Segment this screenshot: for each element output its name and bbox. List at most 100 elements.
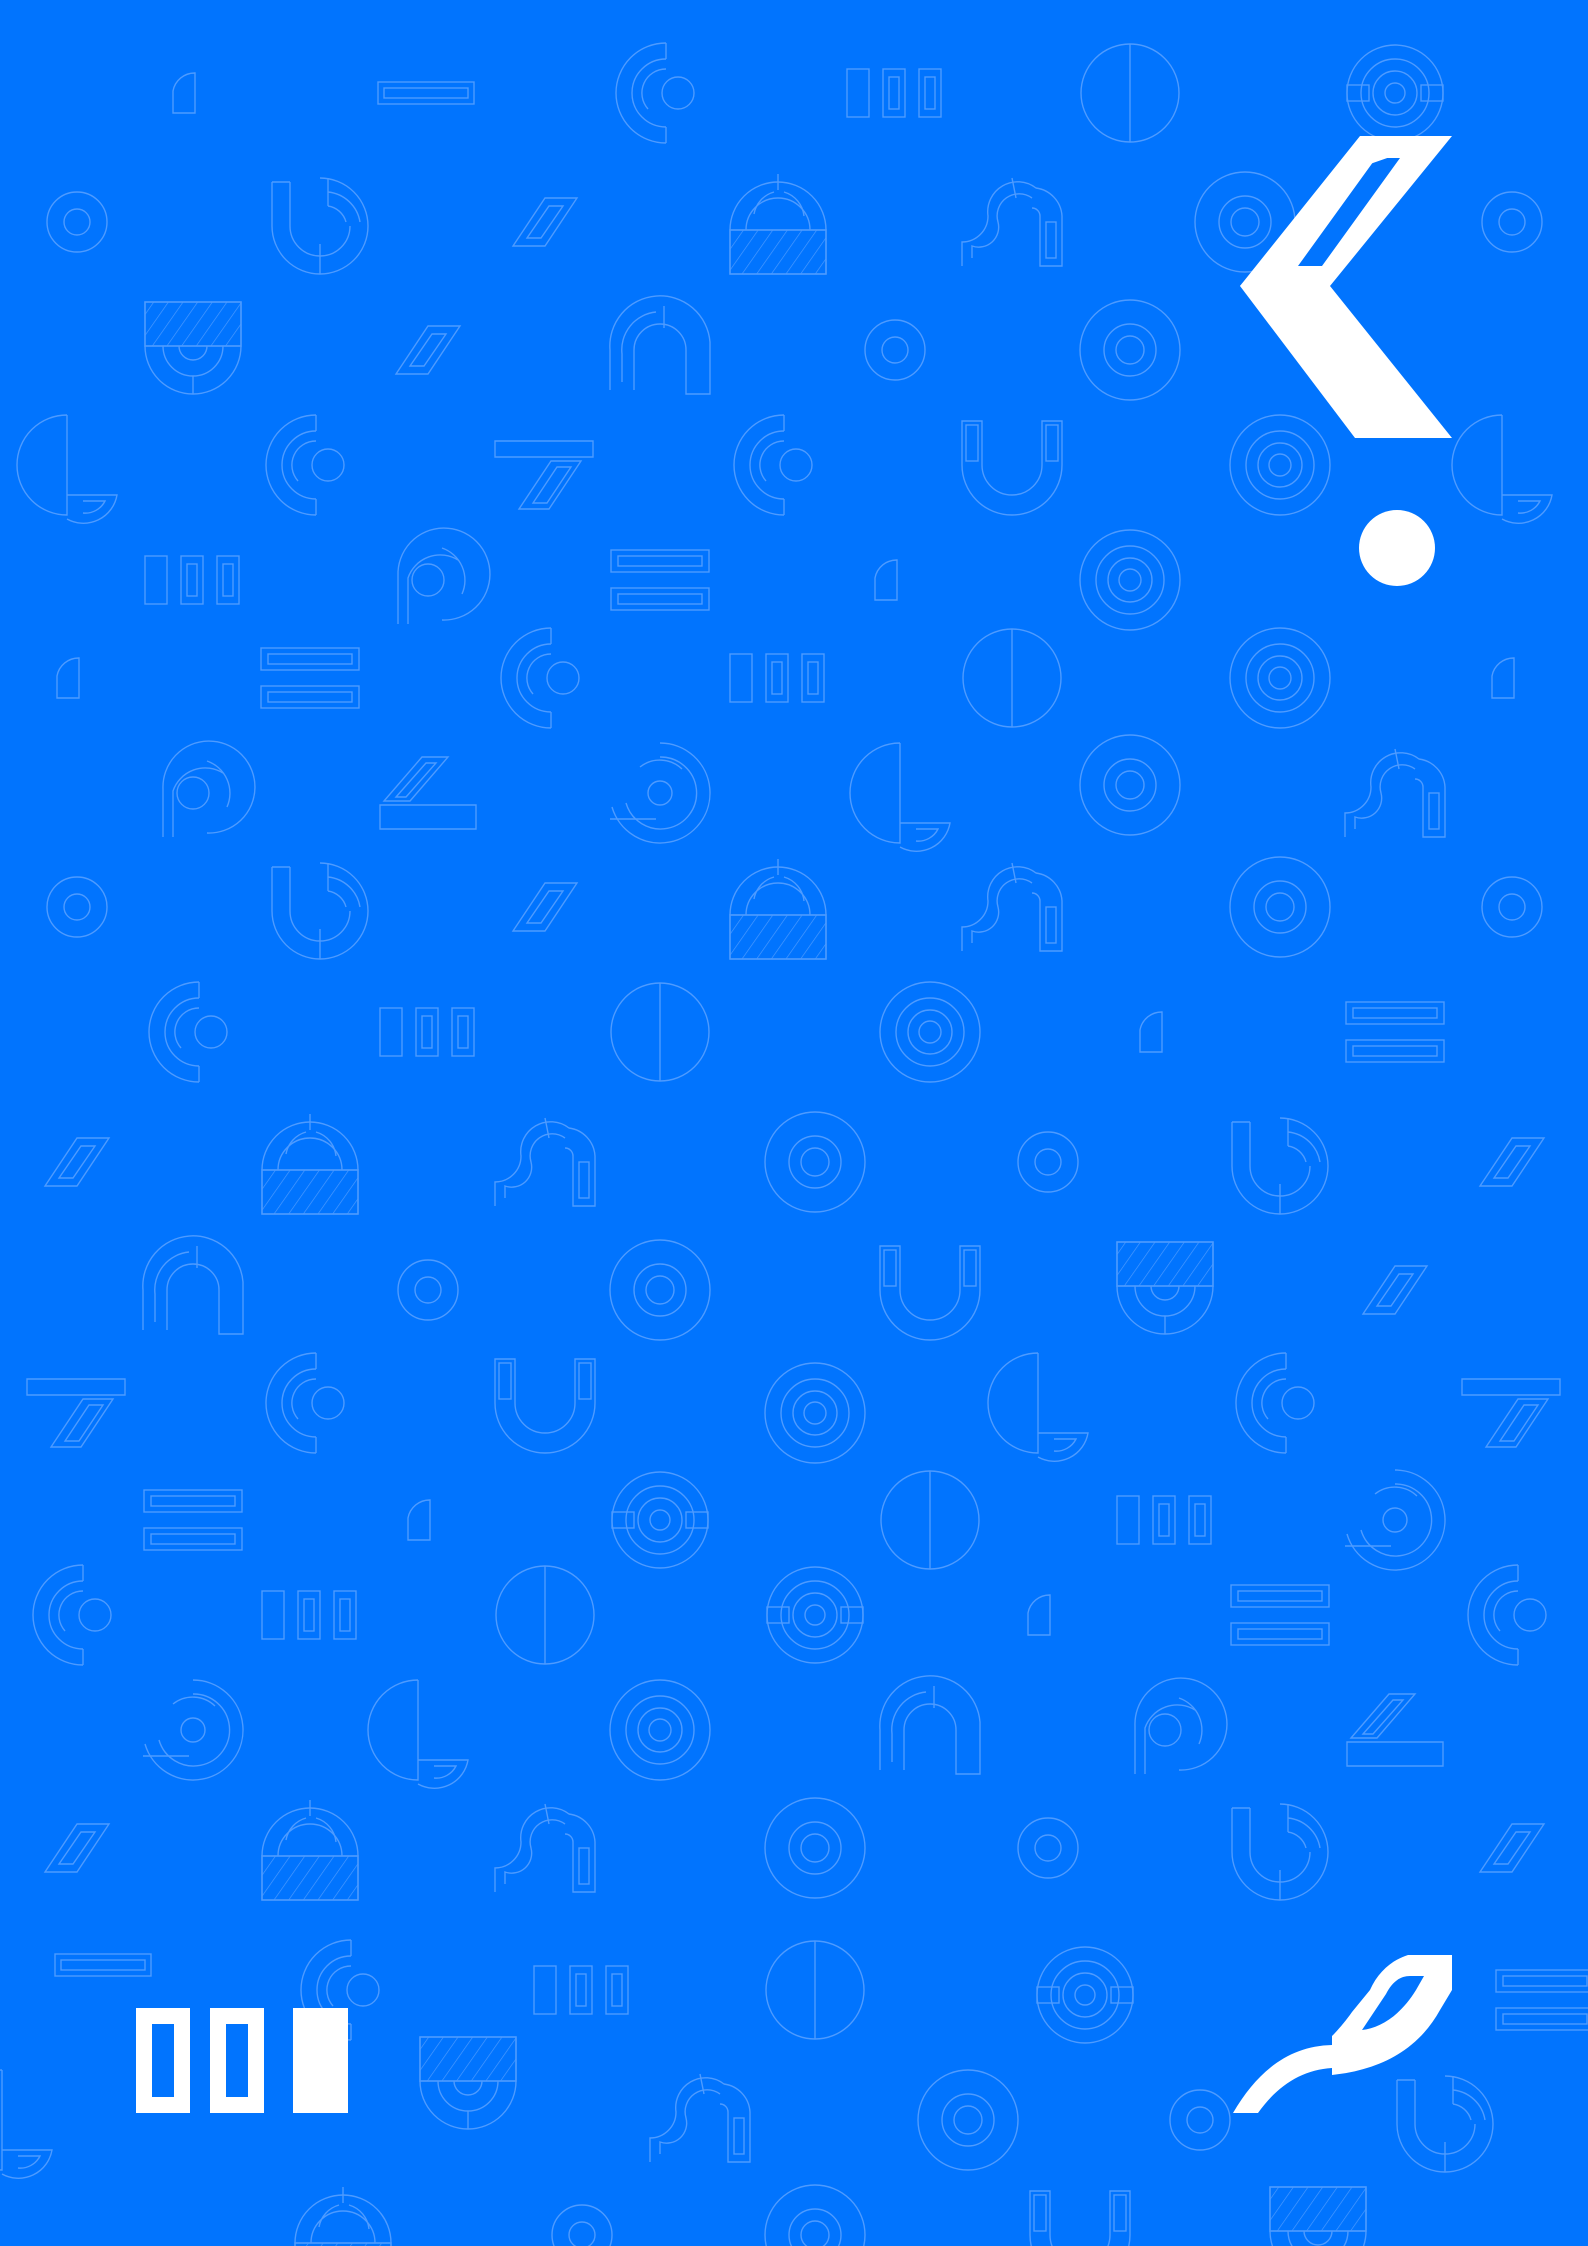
pattern-glyph-icon xyxy=(1491,657,1515,699)
pattern-glyph-icon xyxy=(1269,2186,1367,2246)
pattern-glyph-icon xyxy=(144,301,242,395)
pattern-glyph-icon xyxy=(533,1965,629,2015)
pattern-glyph-icon xyxy=(26,1378,126,1448)
pattern-glyph-icon xyxy=(874,559,898,601)
pattern-glyph-icon xyxy=(1346,1693,1444,1767)
pattern-glyph-icon xyxy=(649,2073,751,2163)
pattern-glyph-icon xyxy=(261,1590,357,1640)
pattern-glyph-icon xyxy=(271,177,369,275)
pattern-glyph-icon xyxy=(1036,1946,1134,2044)
pattern-glyph-icon xyxy=(495,1565,595,1665)
pattern-glyph-icon xyxy=(1080,43,1180,143)
pattern-glyph-icon xyxy=(494,440,594,510)
pattern-glyph-icon xyxy=(512,197,578,247)
pattern-glyph-icon xyxy=(367,1679,469,1789)
pattern-glyph-icon xyxy=(764,1797,866,1899)
pattern-glyph-icon xyxy=(172,72,196,114)
pattern-glyph-icon xyxy=(162,740,256,838)
pattern-glyph-icon xyxy=(1396,2075,1494,2173)
pattern-glyph-icon xyxy=(32,1564,112,1666)
pattern-glyph-icon xyxy=(729,653,825,703)
pattern-glyph-icon xyxy=(1229,627,1331,729)
pattern-glyph-icon xyxy=(1495,1969,1588,2031)
pattern-glyph-icon xyxy=(879,1245,981,1341)
pattern-glyph-icon xyxy=(142,1679,244,1781)
pattern-glyph-icon xyxy=(1017,1817,1079,1879)
pattern-glyph-icon xyxy=(379,756,477,830)
pattern-glyph-icon xyxy=(512,882,578,932)
pattern-glyph-icon xyxy=(46,191,108,253)
pattern-glyph-icon xyxy=(265,414,345,516)
background-pattern xyxy=(0,42,1588,2246)
pattern-glyph-icon xyxy=(961,177,1063,267)
pattern-glyph-icon xyxy=(1169,2089,1231,2151)
pattern-glyph-icon xyxy=(1345,1001,1445,1063)
pattern-glyph-icon xyxy=(880,1470,980,1570)
pattern-glyph-icon xyxy=(407,1499,431,1541)
pattern-glyph-icon xyxy=(148,981,228,1083)
pattern-glyph-icon xyxy=(1134,1677,1228,1775)
pattern-glyph-icon xyxy=(864,319,926,381)
three-bars-logo xyxy=(136,2008,348,2113)
pattern-glyph-icon xyxy=(1479,1137,1545,1187)
pattern-glyph-icon xyxy=(961,420,1063,516)
chevron-exclamation-logo xyxy=(1240,136,1452,586)
pattern-glyph-icon xyxy=(846,68,942,118)
wave-hook-logo xyxy=(1233,1955,1452,2113)
pattern-glyph-icon xyxy=(56,657,80,699)
pattern-glyph-icon xyxy=(1139,1011,1163,1053)
pattern-glyph-icon xyxy=(260,647,360,709)
pattern-glyph-icon xyxy=(397,527,491,625)
pattern-glyph-icon xyxy=(1231,1803,1329,1901)
pattern-glyph-icon xyxy=(1229,414,1331,516)
pattern-glyph-icon xyxy=(764,2184,866,2246)
pattern-glyph-icon xyxy=(764,1362,866,1464)
pattern-glyph-icon xyxy=(46,876,108,938)
pattern-glyph-icon xyxy=(271,862,369,960)
pattern-glyph-icon xyxy=(609,742,711,844)
pattern-glyph-icon xyxy=(1344,1469,1446,1571)
pattern-glyph-icon xyxy=(610,982,710,1082)
pattern-glyph-icon xyxy=(609,295,711,395)
pattern-glyph-icon xyxy=(611,1471,709,1569)
pattern-glyph-icon xyxy=(379,1007,475,1057)
pattern-glyph-icon xyxy=(733,414,813,516)
pattern-glyph-icon xyxy=(494,1117,596,1207)
pattern-glyph-icon xyxy=(961,862,1063,952)
pattern-glyph-icon xyxy=(962,628,1062,728)
pattern-glyph-icon xyxy=(1116,1241,1214,1335)
pattern-glyph-icon xyxy=(265,1352,345,1454)
pattern-glyph-icon xyxy=(879,981,981,1083)
pattern-glyph-icon xyxy=(294,2186,392,2246)
pattern-glyph-icon xyxy=(609,1679,711,1781)
pattern-glyph-icon xyxy=(879,1675,981,1775)
pattern-glyph-icon xyxy=(610,549,710,611)
pattern-glyph-icon xyxy=(551,2204,613,2246)
pattern-glyph-icon xyxy=(917,2069,1019,2171)
pattern-glyph-icon xyxy=(1451,414,1553,524)
pattern-glyph-icon xyxy=(494,1358,596,1454)
pattern-glyph-icon xyxy=(44,1137,110,1187)
pattern-glyph-icon xyxy=(1079,529,1181,631)
pattern-glyph-icon xyxy=(729,173,827,275)
pattern-glyph-icon xyxy=(1235,1352,1315,1454)
pattern-glyph-icon xyxy=(1017,1131,1079,1193)
pattern-glyph-icon xyxy=(1461,1378,1561,1448)
pattern-glyph-icon xyxy=(1231,1117,1329,1215)
pattern-glyph-icon xyxy=(1027,1594,1051,1636)
pattern-glyph-icon xyxy=(1362,1265,1428,1315)
pattern-glyph-icon xyxy=(849,742,951,852)
pattern-glyph-icon xyxy=(377,81,475,105)
pattern-glyph-icon xyxy=(54,1953,152,1977)
pattern-glyph-icon xyxy=(397,1259,459,1321)
pattern-glyph-icon xyxy=(1029,2190,1131,2246)
pattern-glyph-icon xyxy=(1116,1495,1212,1545)
pattern-glyph-icon xyxy=(1344,748,1446,838)
pattern-glyph-icon xyxy=(1481,876,1543,938)
pattern-glyph-icon xyxy=(1479,1823,1545,1873)
pattern-glyph-icon xyxy=(1346,44,1444,142)
pattern-glyph-icon xyxy=(765,1940,865,2040)
pattern-glyph-icon xyxy=(261,1113,359,1215)
pattern-glyph-icon xyxy=(766,1566,864,1664)
pattern-glyph-icon xyxy=(1229,856,1331,958)
